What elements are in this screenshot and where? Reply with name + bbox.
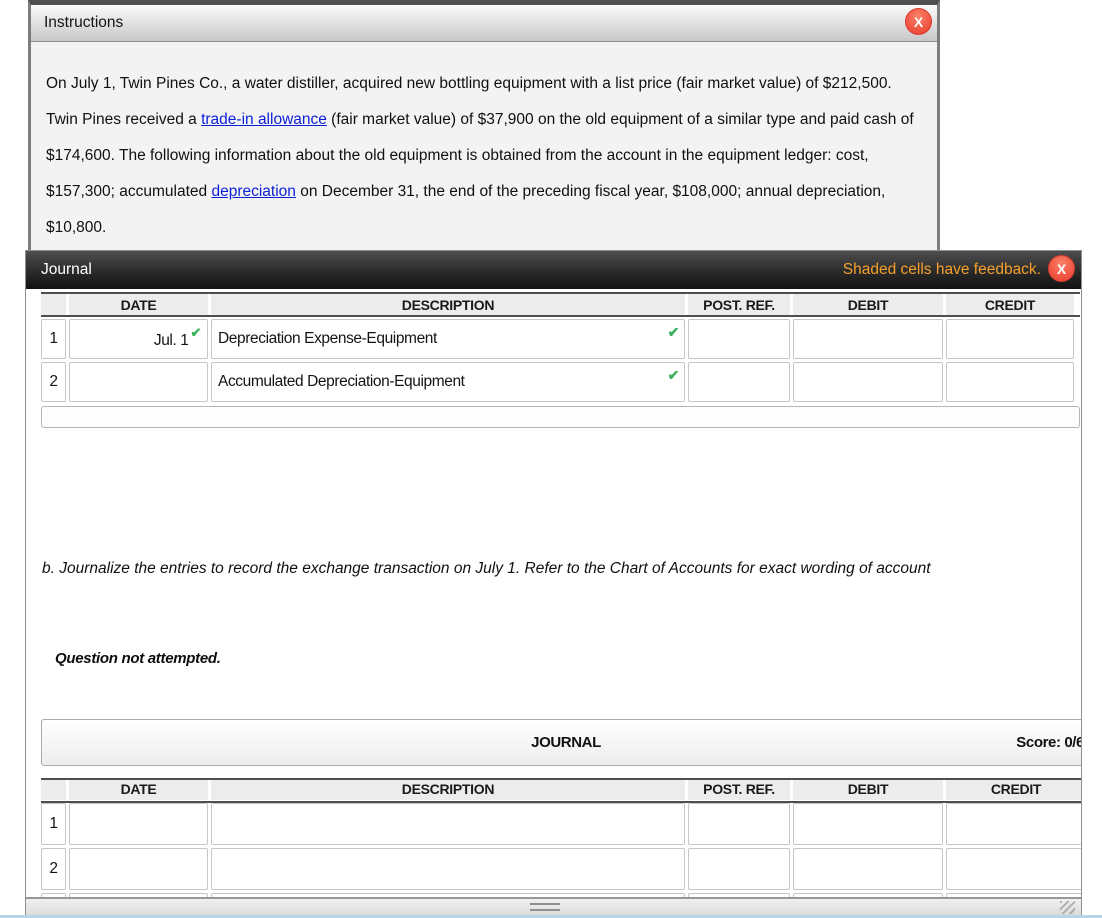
header-debit: DEBIT xyxy=(793,778,943,800)
credit-cell[interactable] xyxy=(946,319,1074,359)
instructions-paragraph: On July 1, Twin Pines Co., a water disti… xyxy=(46,66,923,246)
check-icon: ✔ xyxy=(190,325,202,341)
credit-cell[interactable] xyxy=(946,803,1081,845)
close-icon[interactable]: X xyxy=(1048,255,1075,282)
header-date: DATE xyxy=(69,294,208,316)
table-b-top-rule xyxy=(41,778,1081,780)
description-cell[interactable]: Depreciation Expense-Equipment ✔ xyxy=(211,319,685,359)
row-number: 2 xyxy=(41,848,66,890)
feedback-note: Shaded cells have feedback. xyxy=(842,261,1041,278)
post-ref-cell[interactable] xyxy=(688,803,790,845)
table-a-top-rule xyxy=(41,292,1080,294)
date-cell[interactable] xyxy=(69,362,208,402)
row-number: 1 xyxy=(41,803,66,845)
row-number: 1 xyxy=(41,319,66,359)
row-number: 2 xyxy=(41,362,66,402)
scrollbar-grip-icon[interactable] xyxy=(530,903,560,911)
description-cell[interactable]: Accumulated Depreciation-Equipment ✔ xyxy=(211,362,685,402)
header-post-ref: POST. REF. xyxy=(688,294,790,316)
table-a-header-row: DATE DESCRIPTION POST. REF. DEBIT CREDIT xyxy=(41,294,1074,316)
instructions-titlebar: Instructions X xyxy=(31,5,937,42)
post-ref-cell[interactable] xyxy=(688,848,790,890)
header-credit: CREDIT xyxy=(946,294,1074,316)
header-description: DESCRIPTION xyxy=(211,294,685,316)
table-row: 2 xyxy=(41,848,1081,890)
description-value: Depreciation Expense-Equipment xyxy=(218,330,437,347)
instructions-title: Instructions xyxy=(44,14,124,31)
post-ref-cell[interactable] xyxy=(688,319,790,359)
date-cell[interactable] xyxy=(69,848,208,890)
prompt-b-text: b. Journalize the entries to record the … xyxy=(42,560,931,577)
journal-window: Journal Shaded cells have feedback. X DA… xyxy=(25,250,1082,916)
instructions-body: On July 1, Twin Pines Co., a water disti… xyxy=(31,42,937,246)
table-b-header-rule xyxy=(41,801,1081,803)
depreciation-link[interactable]: depreciation xyxy=(211,183,295,200)
score-label: Score: 0/6 xyxy=(1016,734,1082,751)
description-cell[interactable] xyxy=(211,803,685,845)
close-icon[interactable]: X xyxy=(905,8,932,35)
header-debit: DEBIT xyxy=(793,294,943,316)
debit-cell[interactable] xyxy=(793,803,943,845)
date-cell[interactable] xyxy=(69,803,208,845)
journal-title: Journal xyxy=(41,261,92,278)
date-value: Jul. 1 xyxy=(153,332,189,350)
header-description: DESCRIPTION xyxy=(211,778,685,800)
post-ref-cell[interactable] xyxy=(688,362,790,402)
table-b-header-row: DATE DESCRIPTION POST. REF. DEBIT CREDIT xyxy=(41,778,1081,800)
debit-cell[interactable] xyxy=(793,319,943,359)
journal-titlebar: Journal Shaded cells have feedback. X xyxy=(26,251,1081,289)
description-value: Accumulated Depreciation-Equipment xyxy=(218,373,465,390)
status-message: Question not attempted. xyxy=(55,650,221,667)
credit-cell[interactable] xyxy=(946,848,1081,890)
table-a-header-rule xyxy=(41,315,1080,317)
header-date: DATE xyxy=(69,778,208,800)
description-cell[interactable] xyxy=(211,848,685,890)
trade-in-allowance-link[interactable]: trade-in allowance xyxy=(201,111,327,128)
header-rownum xyxy=(41,778,66,800)
credit-cell[interactable] xyxy=(946,362,1074,402)
journal-content: DATE DESCRIPTION POST. REF. DEBIT CREDIT… xyxy=(26,289,1081,915)
journal-b-title: JOURNAL xyxy=(531,734,601,751)
table-row: 1 Jul. 1 ✔ Depreciation Expense-Equipment… xyxy=(41,319,1074,359)
date-cell[interactable]: Jul. 1 ✔ xyxy=(69,319,208,359)
debit-cell[interactable] xyxy=(793,848,943,890)
check-icon: ✔ xyxy=(667,324,680,340)
header-credit: CREDIT xyxy=(946,778,1081,800)
horizontal-scrollbar[interactable] xyxy=(26,897,1081,915)
debit-cell[interactable] xyxy=(793,362,943,402)
journal-table-b: DATE DESCRIPTION POST. REF. DEBIT CREDIT… xyxy=(38,775,1081,915)
journal-b-header: JOURNAL Score: 0/6 xyxy=(41,719,1082,766)
table-row: 2 Accumulated Depreciation-Equipment ✔ xyxy=(41,362,1074,402)
check-icon: ✔ xyxy=(667,367,680,383)
header-rownum xyxy=(41,294,66,316)
instructions-window: Instructions X On July 1, Twin Pines Co.… xyxy=(28,0,940,252)
table-row: 1 xyxy=(41,803,1081,845)
table-a-footer-box xyxy=(41,406,1080,428)
header-post-ref: POST. REF. xyxy=(688,778,790,800)
resize-grip-icon[interactable] xyxy=(1060,901,1075,914)
journal-table-a: DATE DESCRIPTION POST. REF. DEBIT CREDIT… xyxy=(38,291,1077,405)
